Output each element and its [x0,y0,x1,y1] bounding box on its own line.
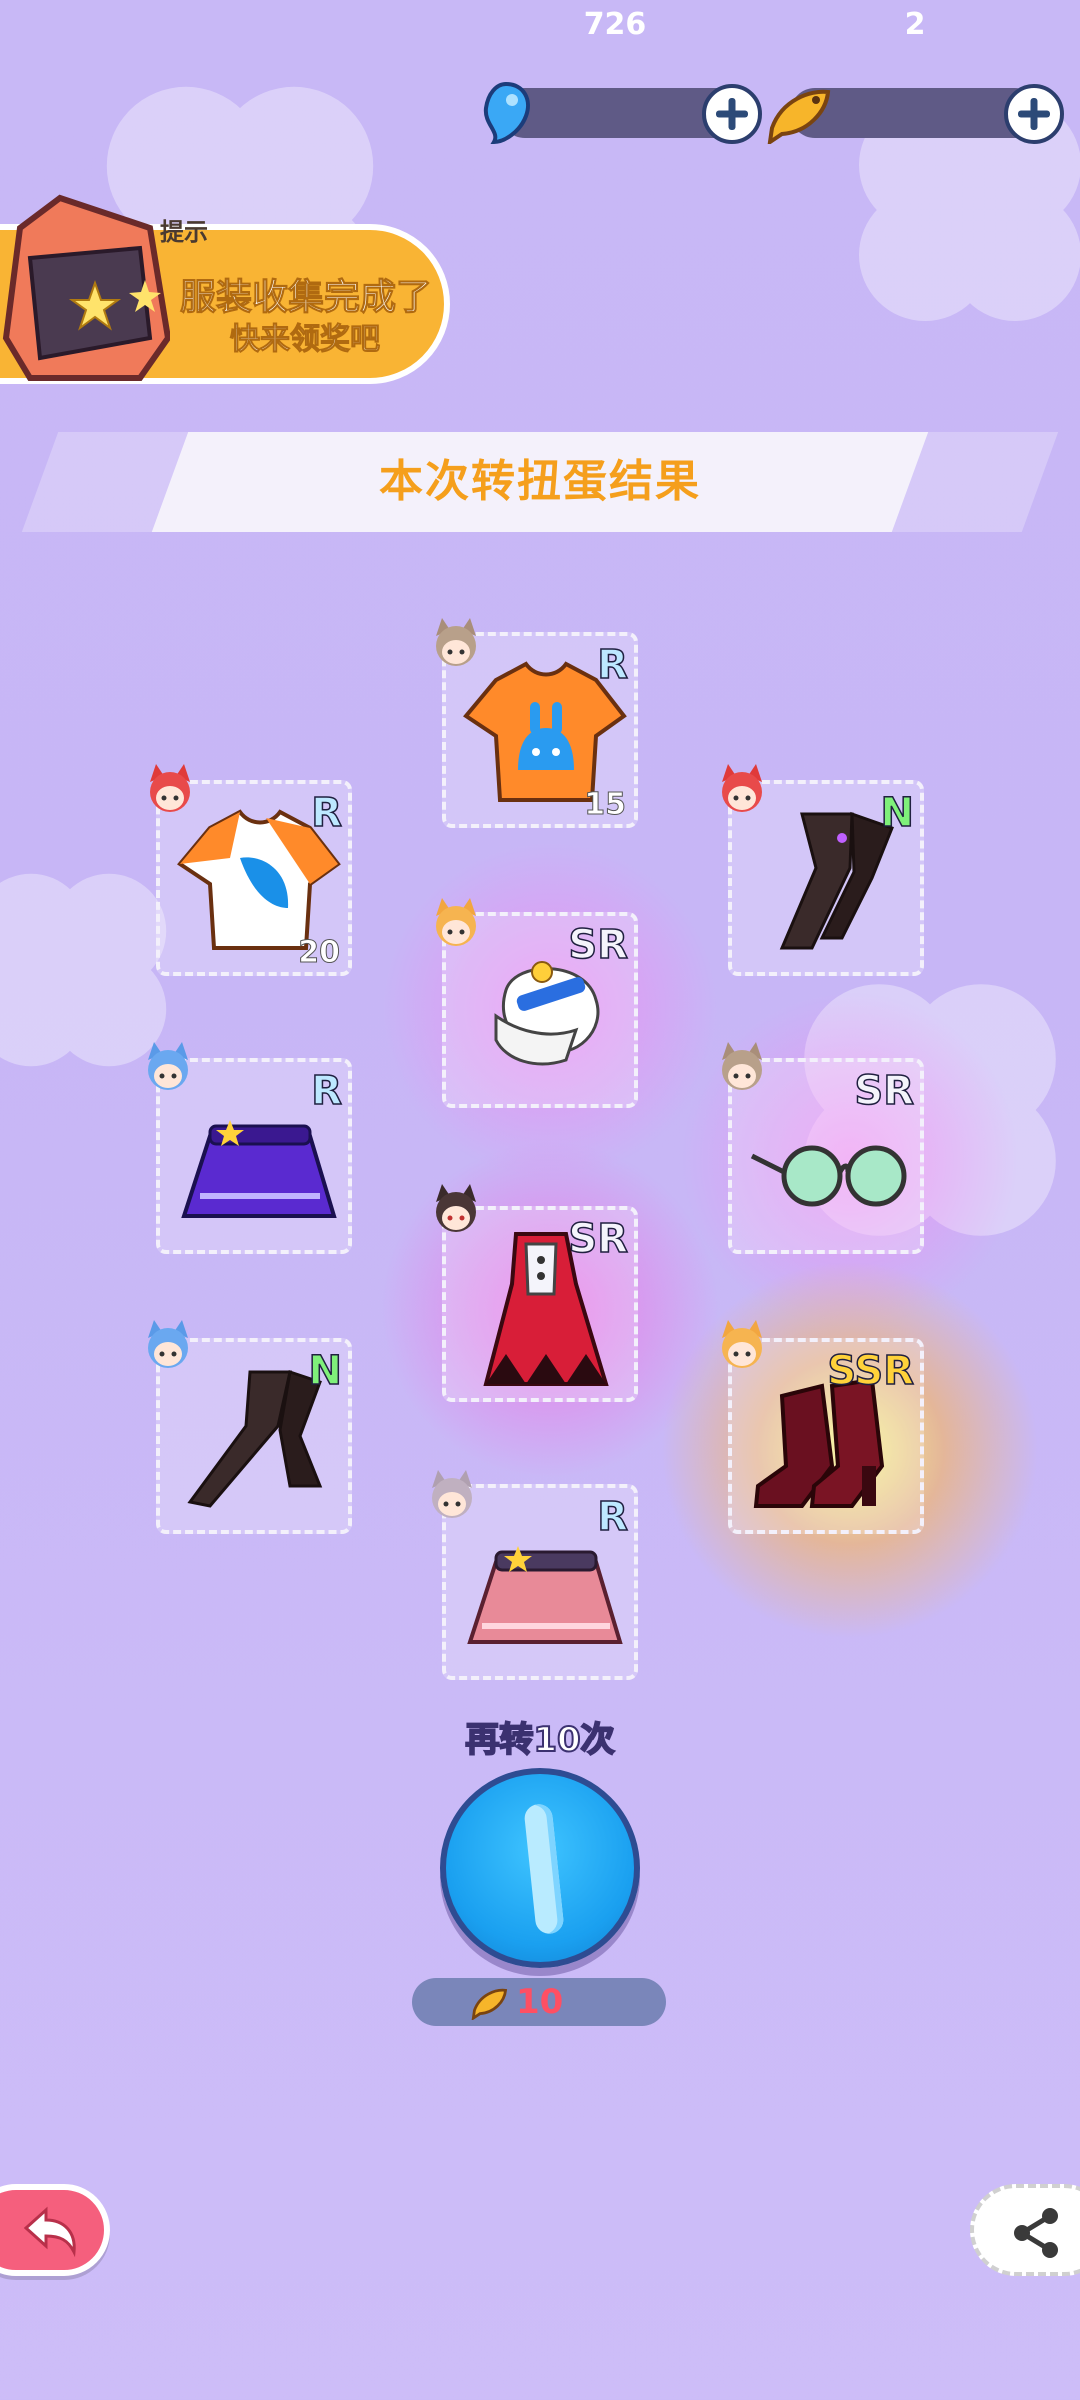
item-count: 15 [584,787,627,823]
gem-icon [483,81,530,145]
share-button[interactable] [970,2184,1080,2276]
spin-again-button[interactable] [440,1768,640,1968]
character-avatar [432,1470,472,1518]
notice-subtitle: 快来领奖吧 [230,322,381,358]
character-avatar [436,898,476,946]
gem-count: 726 [583,7,647,42]
rarity-badge: SSR [827,1347,915,1395]
character-avatar [150,764,190,812]
rarity-badge: N [880,789,915,837]
back-button[interactable] [0,2184,110,2276]
spin-cost-badge: 10 [412,1978,666,2026]
rarity-badge: SR [568,921,629,969]
character-avatar [148,1320,188,1368]
character-avatar [722,1320,762,1368]
rarity-badge: R [310,789,342,837]
lever-icon [523,1802,565,1936]
character-avatar [436,618,476,666]
share-icon [1014,2208,1058,2258]
rarity-badge: N [308,1347,343,1395]
helmet-icon [2,194,170,381]
character-avatar [722,764,762,812]
fish-icon [767,89,831,144]
page-title: 本次转扭蛋结果 [379,456,701,507]
back-arrow-icon [23,2206,76,2258]
rarity-badge: SR [568,1215,629,1263]
rarity-badge: R [310,1067,342,1115]
fish-coin-icon [471,1988,508,2020]
rarity-badge: SR [854,1067,915,1115]
character-avatar [722,1042,762,1090]
character-avatar [148,1042,188,1090]
notice-tag: 提示 [160,218,208,246]
spin-again-label: 再转10次 [464,1719,615,1761]
fish-count: 2 [904,7,926,42]
rarity-badge: R [596,1493,628,1541]
notice-title: 服装收集完成了 [179,277,433,319]
rarity-badge: R [596,641,628,689]
add-fish-button[interactable] [1004,84,1064,144]
spin-cost-value: 10 [516,1982,564,2022]
character-avatar [436,1184,476,1232]
item-count: 20 [298,935,341,971]
add-gems-button[interactable] [702,84,762,144]
